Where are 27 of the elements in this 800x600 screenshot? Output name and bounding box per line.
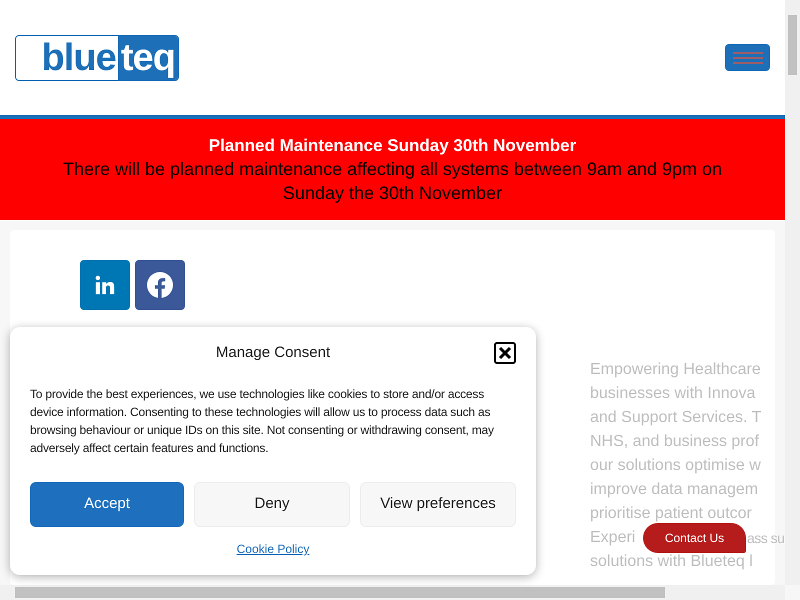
intro-text-line: prioritise patient outcor	[590, 505, 752, 522]
consent-button[interactable]: View preferences	[360, 482, 516, 527]
facebook-icon	[147, 272, 173, 298]
dialog-title: Manage Consent	[216, 342, 330, 363]
banner-title: Planned Maintenance Sunday 30th November	[208, 134, 576, 156]
banner-message: There will be planned maintenance affecting all systems between 9am and 9pm on Sunday the 30th November	[62, 158, 724, 204]
intro-text-line: businesses with Innova	[590, 385, 756, 402]
intro-text-line: NHS, and business prof	[590, 433, 759, 450]
consent-button[interactable]: Accept	[30, 482, 184, 527]
intro-text-line: and Support Services. T	[590, 409, 762, 426]
facebook-link[interactable]	[135, 260, 185, 310]
intro-text-line: improve data managem	[590, 481, 758, 498]
consent-button[interactable]: Deny	[194, 482, 350, 527]
close-button[interactable]	[494, 342, 516, 364]
close-icon	[498, 346, 512, 360]
intro-text-line: solutions with Blueteq l	[590, 553, 753, 570]
consent-text: To provide the best experiences, we use technologies like cookies to store and/or access device information. Consenting to these technologies will allow us to process data such as browsing behaviour or unique IDs on this site. Not consenting or withdrawing consent, may adversely affect certain features and functions.	[30, 386, 495, 457]
intro-text-line: Experi	[590, 529, 636, 546]
blueteq-logo[interactable]: blueteq	[15, 34, 179, 80]
linkedin-icon	[94, 274, 116, 296]
intro-text-line: our solutions optimise w	[590, 457, 761, 474]
linkedin-link[interactable]	[80, 260, 130, 310]
intro-text-line: ass su	[747, 530, 784, 546]
menu-icon	[732, 52, 762, 64]
cookie-policy-link[interactable]: Cookie Policy	[236, 540, 310, 558]
intro-text-line: Empowering Healthcare	[590, 361, 761, 378]
contact-button[interactable]: Contact Us	[643, 523, 746, 553]
